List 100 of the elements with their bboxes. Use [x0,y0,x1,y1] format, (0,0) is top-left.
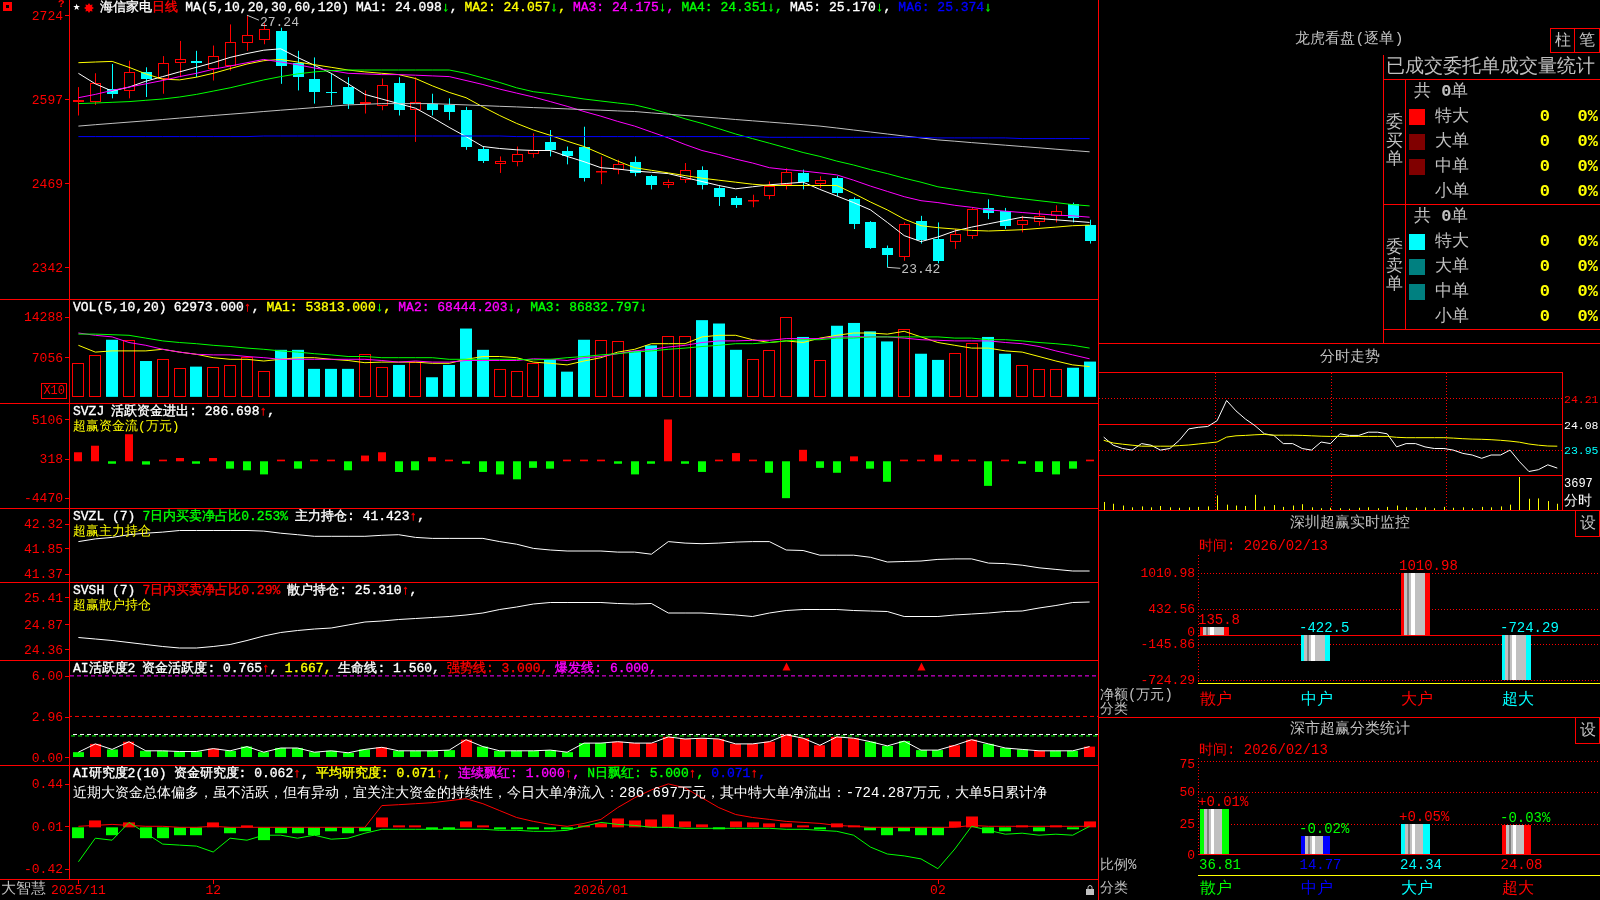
indicator-label: 0.071↑, [711,766,766,781]
axis-title: 净额(万元) [1100,688,1173,702]
candle [461,106,472,151]
indicator-label: MA(5,10,20,30,60,120) [185,0,350,15]
date-time-text: 时间: 2026/02/13 [1199,742,1328,758]
candle [528,132,539,159]
axis-label: 0 [1187,850,1195,862]
axis-label: 0.00 [31,751,63,765]
indicator-label: 生命线: 1.560, [338,661,440,676]
axis-label: 50 [1179,787,1195,800]
order-count: 0 [1538,231,1550,252]
unit-label: X10 [41,383,67,399]
axis-label: 7056 [31,351,63,365]
indicator-label: VOL(5,10,20) [73,300,167,315]
order-share: 0% [1577,181,1598,202]
chart-mode-button[interactable]: 柱 [1550,28,1575,53]
candle [276,27,287,85]
axis-label: 75 [1179,759,1195,771]
candle [697,165,708,190]
candle [680,162,691,184]
axis-title: 比例% [1100,857,1137,873]
help-mark[interactable]: ? [58,0,65,9]
panel-title: 深市超赢分类统计 [1289,721,1410,739]
order-count: 0 [1538,156,1550,177]
candle [663,179,674,189]
order-share: 0% [1577,106,1598,127]
volume-label: 分时 [1564,493,1592,509]
order-count: 0 [1538,306,1550,327]
value-label: 1010.98 [1399,558,1458,574]
axis-label: 25 [1179,818,1195,831]
candle [444,97,455,121]
candle [983,198,994,220]
order-share: 0% [1577,256,1598,277]
candle [410,76,421,143]
candle [865,220,876,250]
candle [427,93,438,116]
group-label: 委买单 [1386,113,1403,171]
category-label: 大户 [1401,691,1433,711]
axis-label: 42.32 [24,518,63,532]
candle [849,196,860,230]
candle [899,221,910,262]
candle [646,174,657,190]
candle [377,78,388,111]
change-label: +0.01% [1198,794,1249,810]
candle [1085,219,1096,245]
category-label: 中户 [1300,691,1333,711]
app-name: 大智慧 [0,880,46,900]
indicator-label: SVZL (7) [73,509,136,524]
value-label: 24.34 [1400,857,1442,873]
indicator-label: MA6: 25.374↓ [898,0,992,15]
settings-button[interactable]: 设 [1575,511,1600,537]
indicator-label: 资金研究度: 0.062↑, [173,766,309,781]
candle [293,50,304,91]
lock-icon[interactable] [1086,885,1094,895]
candle [1017,215,1028,233]
indicator-label: 平均研究度: 0.071↑, [315,766,452,781]
star-mark[interactable]: ★ [73,1,81,14]
candle [882,245,893,268]
candle [326,73,337,106]
order-type: 特大 [1435,231,1470,252]
candle [191,50,202,78]
value-label: 36.81 [1199,857,1241,873]
value-label: -724.29 [1500,620,1559,637]
indicator-label: 连续飘红: 1.000↑, [458,766,581,781]
axis-label: 6.00 [31,670,63,684]
indicator-title: 超赢散户持仓 [73,598,151,613]
value-label: 24.08 [1500,857,1543,873]
value-label: 135.8 [1198,612,1240,628]
candle [798,169,809,190]
candle [748,194,759,208]
indicator-label: 日线 [152,0,179,15]
candle [343,76,354,110]
date-label: 2026/01 [573,883,629,899]
indicator-label: 主力持仓: 41.423↑, [295,509,426,524]
candle [1000,207,1011,230]
candle [124,60,135,99]
table-title: 已成交委托单成交量统计 [1386,55,1595,79]
chart-mode-button[interactable]: 笔 [1575,28,1600,53]
indicator-label: SVZJ [73,404,105,419]
settings-button[interactable]: 设 [1575,718,1600,744]
category-label: 中户 [1300,880,1333,900]
indicator-label: 爆发线: 6.000, [555,661,657,676]
candle [562,146,573,165]
indicator-label: 1.667, [284,661,332,676]
indicator-label: AI研究度2(10) [73,766,167,781]
gear-icon[interactable] [84,2,95,13]
candle [781,167,792,190]
axis-label: 24.08 [1564,418,1599,432]
candle [360,89,371,115]
leader-line [886,266,901,269]
candle [1051,204,1062,223]
indicator-label: AI活跃度2 [73,661,136,676]
indicator-label: N日飘红: 5.000↑, [587,766,705,781]
candle [107,63,118,99]
order-type: 中单 [1435,281,1470,302]
axis-label: 318 [39,453,63,467]
order-total: 共 0单 [1414,81,1469,103]
indicator-title: 超赢资金流(万元) [73,419,180,434]
candle [394,76,405,116]
indicator-label: MA1: 24.098↓, [356,0,458,15]
